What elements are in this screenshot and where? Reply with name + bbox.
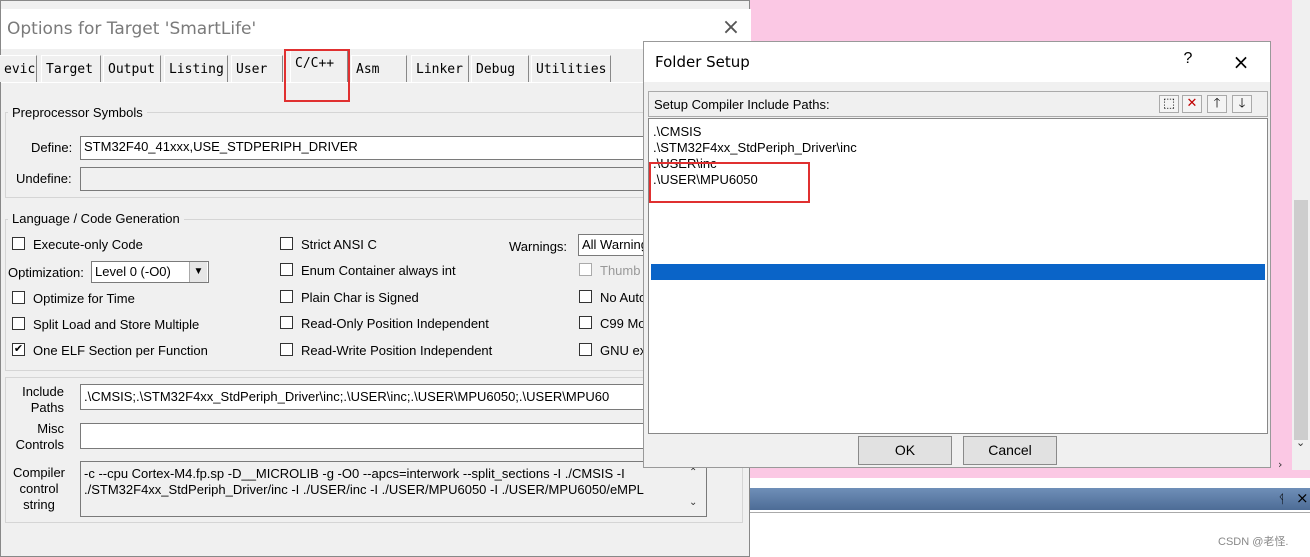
plain-char-label: Plain Char is Signed [301, 290, 419, 305]
scroll-right-arrow-icon[interactable]: › [1278, 458, 1282, 471]
split-load-label: Split Load and Store Multiple [33, 317, 200, 332]
split-load-checkbox[interactable] [12, 317, 25, 330]
highlight-box-paths [649, 162, 810, 203]
warnings-label: Warnings: [509, 239, 568, 254]
tab-debug[interactable]: Debug [471, 55, 529, 82]
tab-linker[interactable]: Linker [411, 55, 469, 82]
options-dialog: Options for Target 'SmartLife' × evice T… [0, 0, 751, 557]
optimize-time-label: Optimize for Time [33, 291, 135, 306]
misc-controls-label: Misc Controls [15, 421, 64, 452]
folder-setup-title: Folder Setup [655, 53, 750, 71]
warnings-value: All Warning [582, 237, 648, 252]
compiler-control-label: Compiler control string [12, 465, 65, 512]
selected-row-highlight [651, 264, 1265, 280]
watermark: CSDN @老怪. [1218, 536, 1289, 548]
compiler-line-1: -c --cpu Cortex-M4.fp.sp -D__MICROLIB -g… [84, 466, 625, 481]
enum-container-label: Enum Container always int [301, 263, 456, 278]
folder-setup-close-icon[interactable]: × [1229, 50, 1253, 74]
rw-position-label: Read-Write Position Independent [301, 343, 493, 358]
one-elf-checkbox[interactable]: ✔ [12, 343, 25, 356]
preprocessor-group-label: Preprocessor Symbols [8, 105, 147, 120]
tab-output[interactable]: Output [103, 55, 161, 82]
tab-listing[interactable]: Listing [164, 55, 228, 82]
options-close-icon[interactable]: × [719, 15, 743, 41]
compiler-line-2: ./STM32F4xx_StdPeriph_Driver/inc -I ./US… [84, 482, 644, 497]
enum-container-checkbox[interactable] [280, 263, 293, 276]
thumb-checkbox[interactable] [579, 263, 592, 276]
c99-checkbox[interactable] [579, 316, 592, 329]
optimization-dropdown-arrow-icon[interactable]: ▼ [189, 262, 207, 282]
output-close-icon[interactable]: × [1296, 489, 1309, 507]
execute-only-checkbox[interactable] [12, 237, 25, 250]
tab-utilities[interactable]: Utilities [531, 55, 611, 82]
check-icon: ✔ [13, 343, 24, 355]
execute-only-label: Execute-only Code [33, 237, 143, 252]
tab-user[interactable]: User [231, 55, 283, 82]
compiler-scroll-up-icon[interactable]: ⌃ [689, 467, 697, 478]
no-auto-label: No Auto [600, 290, 647, 305]
delete-icon[interactable]: ✕ [1182, 95, 1202, 113]
list-item[interactable]: .\STM32F4xx_StdPeriph_Driver\inc [653, 140, 857, 156]
gnu-label: GNU ex [600, 343, 647, 358]
tab-device[interactable]: evice [0, 55, 37, 82]
compiler-scroll-down-icon[interactable]: ⌄ [689, 497, 697, 508]
help-icon[interactable]: ? [1178, 50, 1198, 68]
compiler-control-string: -c --cpu Cortex-M4.fp.sp -D__MICROLIB -g… [80, 461, 707, 517]
optimization-value: Level 0 (-O0) [95, 264, 171, 279]
ro-position-checkbox[interactable] [280, 316, 293, 329]
plain-char-checkbox[interactable] [280, 290, 293, 303]
cancel-button[interactable]: Cancel [963, 436, 1057, 465]
highlight-box-tab [284, 49, 350, 102]
options-title: Options for Target 'SmartLife' [7, 19, 257, 39]
undefine-input[interactable] [80, 167, 650, 191]
language-group-label: Language / Code Generation [8, 211, 184, 226]
list-item[interactable]: .\CMSIS [653, 124, 701, 140]
strict-ansi-label: Strict ANSI C [301, 237, 377, 252]
no-auto-checkbox[interactable] [579, 290, 592, 303]
ro-position-label: Read-Only Position Independent [301, 316, 489, 331]
background-scrollbar-thumb[interactable] [1294, 200, 1308, 440]
pin-icon[interactable]: ᛩ [1278, 492, 1285, 506]
warnings-select[interactable]: All Warning [578, 234, 650, 256]
optimization-label: Optimization: [8, 265, 84, 280]
misc-controls-input[interactable] [80, 423, 650, 449]
define-label: Define: [31, 140, 73, 155]
include-paths-header: Setup Compiler Include Paths: ⬚ ✕ 🡑 🡓 [648, 91, 1268, 117]
new-folder-icon[interactable]: ⬚ [1159, 95, 1179, 113]
move-up-icon[interactable]: 🡑 [1207, 95, 1227, 113]
tab-asm[interactable]: Asm [351, 55, 407, 82]
include-paths-input[interactable]: .\CMSIS;.\STM32F4xx_StdPeriph_Driver\inc… [80, 384, 650, 410]
include-paths-header-label: Setup Compiler Include Paths: [654, 97, 830, 112]
define-input[interactable]: STM32F40_41xxx,USE_STDPERIPH_DRIVER [80, 136, 650, 160]
folder-setup-dialog: Folder Setup ? × Setup Compiler Include … [643, 41, 1271, 468]
tab-target[interactable]: Target [41, 55, 101, 82]
ok-button[interactable]: OK [858, 436, 952, 465]
undefine-label: Undefine: [16, 171, 72, 186]
gnu-checkbox[interactable] [579, 343, 592, 356]
rw-position-checkbox[interactable] [280, 343, 293, 356]
move-down-icon[interactable]: 🡓 [1232, 95, 1252, 113]
scroll-down-arrow-icon[interactable]: ⌄ [1296, 436, 1305, 449]
c99-label: C99 Mo [600, 316, 646, 331]
one-elf-label: One ELF Section per Function [33, 343, 208, 358]
include-paths-label: Include Paths [22, 384, 64, 415]
optimize-time-checkbox[interactable] [12, 291, 25, 304]
thumb-label: Thumb [600, 263, 641, 278]
strict-ansi-checkbox[interactable] [280, 237, 293, 250]
